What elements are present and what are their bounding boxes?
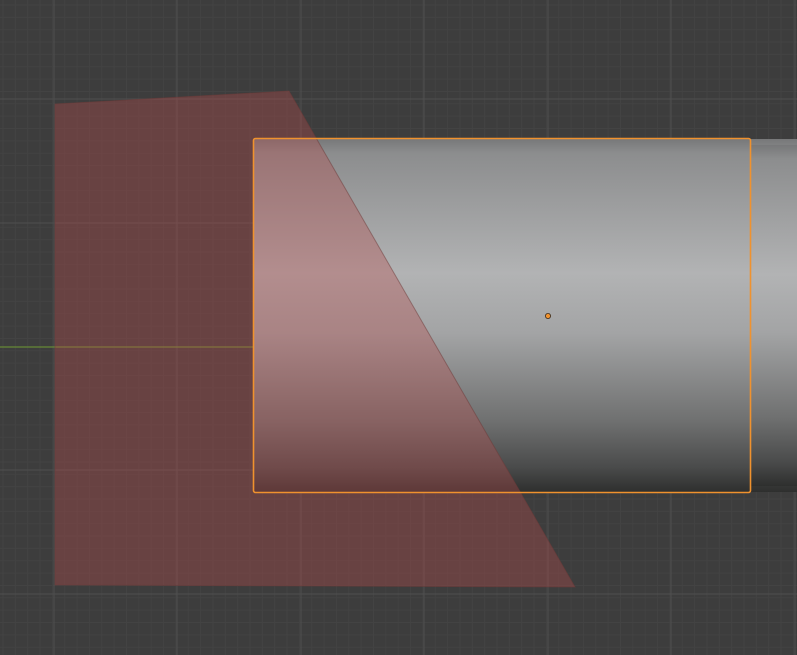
viewport-canvas[interactable] <box>0 0 797 655</box>
cylinder-end-cap <box>751 145 797 486</box>
3d-viewport[interactable] <box>0 0 797 655</box>
object-origin-point[interactable] <box>545 312 552 319</box>
